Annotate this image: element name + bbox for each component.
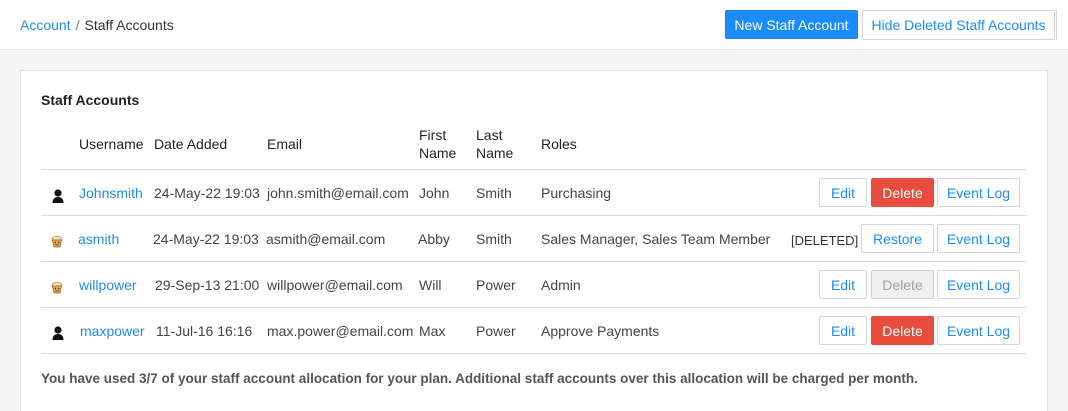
username-link[interactable]: willpower <box>79 277 137 293</box>
date-added: 24-May-22 19:03 <box>154 185 260 201</box>
roles: Admin <box>541 277 581 293</box>
username-link[interactable]: asmith <box>78 231 119 247</box>
column-header-first-name-line2: Name <box>419 145 457 161</box>
email: willpower@email.com <box>267 277 403 293</box>
breadcrumb: Account / Staff Accounts <box>20 17 174 33</box>
date-added: 29-Sep-13 21:00 <box>155 277 260 293</box>
edit-button[interactable]: Edit <box>819 178 867 207</box>
table-divider <box>41 215 1027 216</box>
column-header-date-added: Date Added <box>154 136 228 152</box>
delete-button[interactable]: Delete <box>871 316 934 345</box>
last-name: Power <box>476 277 516 293</box>
email: john.smith@email.com <box>267 185 409 201</box>
roles: Purchasing <box>541 185 612 201</box>
roles: Approve Payments <box>541 323 660 339</box>
table-divider <box>41 169 1027 170</box>
date-added: 24-May-22 19:03 <box>153 231 259 247</box>
last-name: Smith <box>476 185 512 201</box>
event-log-button[interactable]: Event Log <box>937 224 1020 253</box>
column-header-last-name-line2: Name <box>476 145 514 161</box>
restore-button[interactable]: Restore <box>861 224 934 253</box>
hide-deleted-staff-accounts-button[interactable]: Hide Deleted Staff Accounts <box>862 10 1055 40</box>
divider <box>1056 10 1057 40</box>
first-name: Abby <box>418 231 450 247</box>
breadcrumb-separator: / <box>75 17 80 33</box>
edit-button[interactable]: Edit <box>819 316 867 345</box>
last-name: Power <box>476 323 516 339</box>
delete-button-disabled: Delete <box>871 270 934 299</box>
edit-button[interactable]: Edit <box>819 270 867 299</box>
table-divider <box>41 261 1027 262</box>
event-log-button[interactable]: Event Log <box>937 178 1020 207</box>
roles: Sales Manager, Sales Team Member <box>541 231 771 247</box>
column-header-email: Email <box>267 136 303 152</box>
delete-button[interactable]: Delete <box>871 178 934 207</box>
cupcake-icon <box>51 235 63 248</box>
allocation-note: You have used 3/7 of your staff account … <box>41 371 918 386</box>
column-header-last-name-line1: Last <box>476 127 503 143</box>
cupcake-icon <box>51 281 63 294</box>
new-staff-account-button[interactable]: New Staff Account <box>725 10 858 39</box>
breadcrumb-account-link[interactable]: Account <box>20 17 71 33</box>
staff-accounts-panel: Staff Accounts Username Date Added Email… <box>20 70 1048 411</box>
panel-title: Staff Accounts <box>41 92 140 108</box>
first-name: Max <box>419 323 446 339</box>
breadcrumb-current: Staff Accounts <box>84 17 174 33</box>
column-header-last-name: Last Name <box>476 126 513 162</box>
column-header-username: Username <box>79 136 144 152</box>
deleted-status-badge: [DELETED] <box>791 233 859 248</box>
table-divider <box>41 307 1027 308</box>
table-divider <box>41 353 1027 354</box>
last-name: Smith <box>476 231 512 247</box>
username-link[interactable]: Johnsmith <box>79 185 143 201</box>
top-bar: Account / Staff Accounts New Staff Account… <box>0 0 1068 50</box>
date-added: 11-Jul-16 16:16 <box>156 323 253 339</box>
event-log-button[interactable]: Event Log <box>937 316 1020 345</box>
person-silhouette-icon <box>52 189 64 203</box>
person-silhouette-icon <box>52 326 64 340</box>
email: asmith@email.com <box>266 231 386 247</box>
first-name: Will <box>419 277 442 293</box>
column-header-roles: Roles <box>541 136 577 152</box>
username-link[interactable]: maxpower <box>80 323 145 339</box>
first-name: John <box>419 185 450 201</box>
event-log-button[interactable]: Event Log <box>937 270 1020 299</box>
column-header-first-name-line1: First <box>419 127 447 143</box>
column-header-first-name: First Name <box>419 126 456 162</box>
email: max.power@email.com <box>267 323 414 339</box>
